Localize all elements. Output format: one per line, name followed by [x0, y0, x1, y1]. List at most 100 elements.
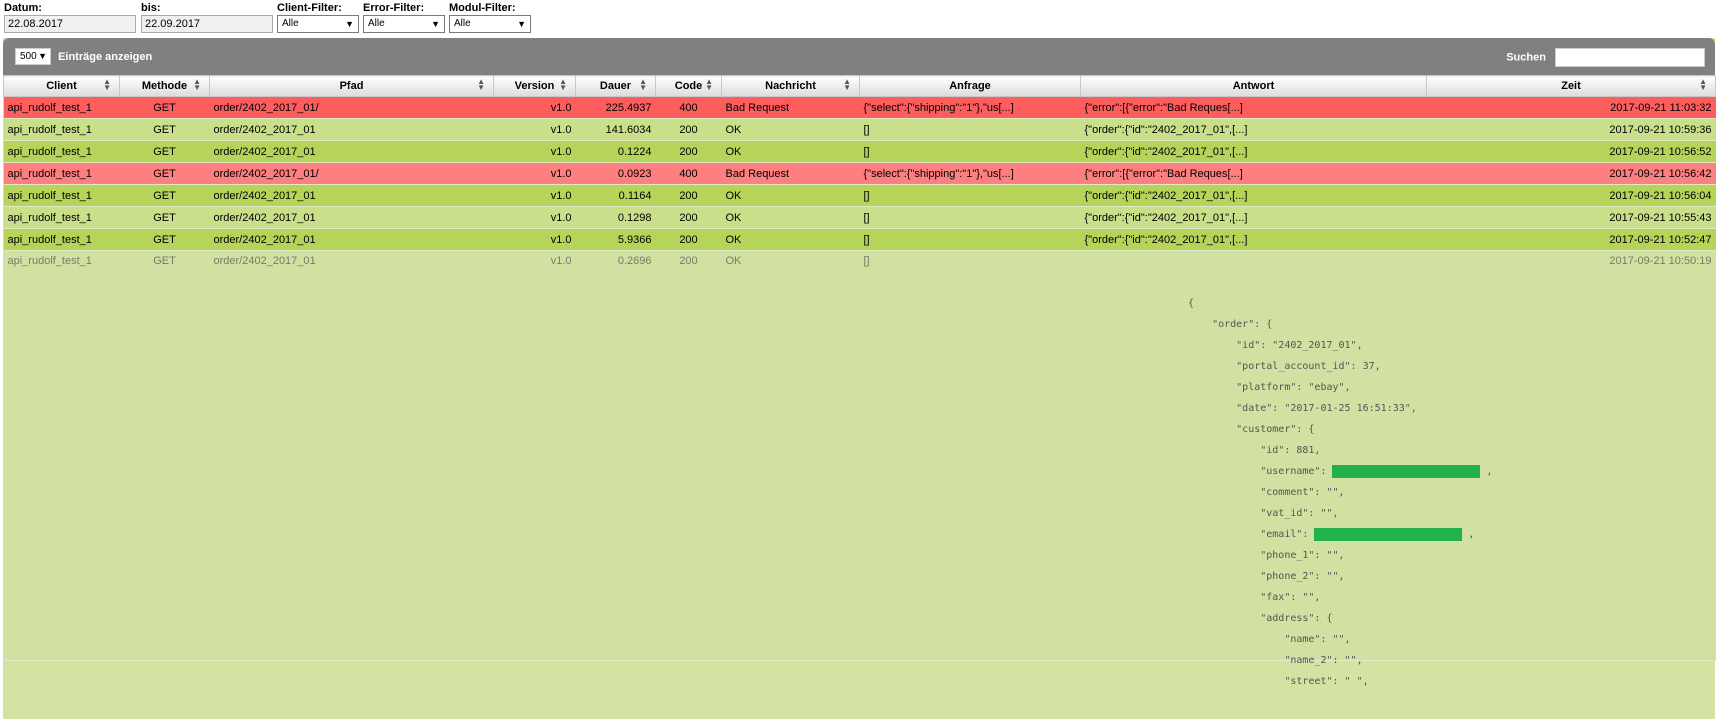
column-header-client[interactable]: Client ▲ ▼: [3, 75, 120, 97]
date-from-input[interactable]: 22.08.2017: [4, 15, 136, 33]
cell-code: 200: [655, 184, 722, 207]
table-row[interactable]: api_rudolf_test_1 GET order/2402_2017_01 v1…: [3, 184, 1716, 207]
table-row[interactable]: api_rudolf_test_1 GET order/2402_2017_01 v1…: [3, 118, 1716, 141]
cell-response: {"order":{"id":"2402_2017_01",[...]: [1080, 184, 1427, 207]
sort-icon: ▲ ▼: [193, 77, 201, 92]
client-filter: Client-Filter: Alle ▼: [277, 2, 359, 33]
column-header-antwort[interactable]: Antwort: [1080, 75, 1427, 97]
json-line: "name_2": "",: [1188, 655, 1363, 666]
error-filter: Error-Filter: Alle ▼: [363, 2, 445, 33]
json-line: "fax": "",: [1188, 592, 1321, 603]
page-length-control: 500 ▼ Einträge anzeigen: [15, 48, 152, 65]
column-header-zeit[interactable]: Zeit ▲ ▼: [1426, 75, 1716, 97]
cell-client: api_rudolf_test_1: [3, 206, 120, 229]
json-line: "customer": {: [1188, 424, 1315, 435]
cell-code: 200: [655, 250, 722, 661]
cell-duration: 0.0923: [575, 162, 656, 185]
sort-icon: ▲ ▼: [843, 77, 851, 92]
cell-code: 400: [655, 162, 722, 185]
column-header-version[interactable]: Version ▲ ▼: [493, 75, 576, 97]
error-filter-select[interactable]: Alle ▼: [363, 15, 445, 33]
json-line: "username":,: [1188, 464, 1493, 478]
cell-time: 2017-09-21 10:52:47: [1426, 228, 1716, 251]
json-line: "date": "2017-01-25 16:51:33",: [1188, 403, 1417, 414]
client-filter-label: Client-Filter:: [277, 2, 342, 14]
cell-version: v1.0: [493, 140, 576, 163]
cell-message: OK: [721, 140, 860, 163]
cell-method: GET: [119, 184, 210, 207]
cell-time: 2017-09-21 10:55:43: [1426, 206, 1716, 229]
cell-duration: 225.4937: [575, 96, 656, 119]
json-line: "comment": "",: [1188, 487, 1345, 498]
cell-path: order/2402_2017_01: [209, 250, 494, 661]
cell-response: {"order":{"id":"2402_2017_01",[...]: [1080, 118, 1427, 141]
column-header-nachricht[interactable]: Nachricht ▲ ▼: [721, 75, 860, 97]
cell-path: order/2402_2017_01: [209, 206, 494, 229]
page-length-value: 500: [20, 51, 37, 62]
client-filter-value: Alle: [282, 18, 299, 29]
cell-path: order/2402_2017_01: [209, 184, 494, 207]
cell-time: 2017-09-21 10:56:04: [1426, 184, 1716, 207]
json-line: "phone_2": "",: [1188, 571, 1345, 582]
cell-response: {"order":{"id":"2402_2017_01",[...]: [1080, 206, 1427, 229]
json-line: "vat_id": "",: [1188, 508, 1339, 519]
search-control: Suchen: [1506, 48, 1705, 67]
column-header-dauer[interactable]: Dauer ▲ ▼: [575, 75, 656, 97]
table-row[interactable]: api_rudolf_test_1 GET order/2402_2017_01 v1…: [3, 228, 1716, 251]
cell-version: v1.0: [493, 228, 576, 251]
json-line: "id": "2402_2017_01",: [1188, 340, 1363, 351]
json-line: "platform": "ebay",: [1188, 382, 1351, 393]
search-label: Suchen: [1506, 51, 1546, 64]
cell-method: GET: [119, 250, 210, 661]
table-row[interactable]: api_rudolf_test_1 GET order/2402_2017_01 v1…: [3, 140, 1716, 163]
json-line: "name": "",: [1188, 634, 1351, 645]
cell-request: []: [859, 184, 1081, 207]
cell-code: 200: [655, 140, 722, 163]
dropdown-arrow-icon: ▼: [345, 19, 354, 29]
sort-icon: ▲ ▼: [705, 77, 713, 92]
cell-message: OK: [721, 118, 860, 141]
cell-request: {"select":{"shipping":"1"},"us[...]: [859, 162, 1081, 185]
cell-method: GET: [119, 96, 210, 119]
page-length-select[interactable]: 500 ▼: [15, 48, 51, 65]
date-to-filter: bis: 22.09.2017: [141, 2, 273, 33]
table-row[interactable]: api_rudolf_test_1 GET order/2402_2017_01 v1…: [3, 206, 1716, 229]
cell-version: v1.0: [493, 118, 576, 141]
cell-message: OK: [721, 250, 860, 661]
date-to-input[interactable]: 22.09.2017: [141, 15, 273, 33]
dropdown-arrow-icon: ▼: [38, 51, 47, 61]
json-line: "id": 881,: [1188, 445, 1321, 456]
cell-client: api_rudolf_test_1: [3, 184, 120, 207]
cell-client: api_rudolf_test_1: [3, 250, 120, 661]
cell-time: 2017-09-21 10:59:36: [1426, 118, 1716, 141]
cell-time: 2017-09-21 11:03:32: [1426, 96, 1716, 119]
table-row[interactable]: api_rudolf_test_1 GET order/2402_2017_01/v…: [3, 162, 1716, 185]
column-header-pfad[interactable]: Pfad ▲ ▼: [209, 75, 494, 97]
cell-code: 200: [655, 228, 722, 251]
cell-method: GET: [119, 162, 210, 185]
json-line: "address": {: [1188, 613, 1333, 624]
search-input[interactable]: [1555, 48, 1705, 67]
cell-path: order/2402_2017_01: [209, 118, 494, 141]
sort-icon: ▲ ▼: [1699, 77, 1707, 92]
cell-method: GET: [119, 118, 210, 141]
module-filter-label: Modul-Filter:: [449, 2, 516, 14]
cell-duration: 5.9366: [575, 228, 656, 251]
expanded-response-json: { "order": { "id": "2402_2017_01", "port…: [1188, 293, 1493, 692]
module-filter-select[interactable]: Alle ▼: [449, 15, 531, 33]
table-row[interactable]: api_rudolf_test_1 GET order/2402_2017_01/v…: [3, 96, 1716, 119]
column-header-methode[interactable]: Methode ▲ ▼: [119, 75, 210, 97]
cell-duration: 0.2696: [575, 250, 656, 661]
cell-client: api_rudolf_test_1: [3, 140, 120, 163]
sort-icon: ▲ ▼: [103, 77, 111, 92]
client-filter-select[interactable]: Alle ▼: [277, 15, 359, 33]
dropdown-arrow-icon: ▼: [431, 19, 440, 29]
cell-message: OK: [721, 184, 860, 207]
error-filter-label: Error-Filter:: [363, 2, 425, 14]
column-header-anfrage[interactable]: Anfrage: [859, 75, 1081, 97]
cell-request: []: [859, 140, 1081, 163]
column-header-code[interactable]: Code ▲ ▼: [655, 75, 722, 97]
cell-method: GET: [119, 140, 210, 163]
cell-response: {"error":[{"error":"Bad Reques[...]: [1080, 162, 1427, 185]
cell-code: 400: [655, 96, 722, 119]
